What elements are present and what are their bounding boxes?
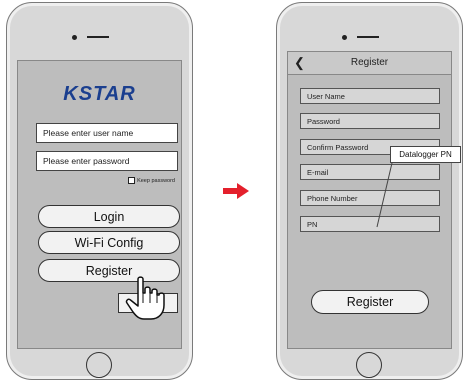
callout-pointer [376, 162, 393, 228]
phone-login: KSTAR Please enter user name Please ente… [6, 2, 193, 380]
camera-dot [72, 35, 77, 40]
home-button[interactable] [86, 352, 112, 378]
next-arrow-icon [223, 183, 249, 199]
speaker-slot [87, 36, 109, 38]
username-input[interactable]: Please enter user name [36, 123, 178, 143]
password-input[interactable]: Please enter password [36, 151, 178, 171]
keep-password[interactable]: Keep password [128, 177, 175, 184]
keep-password-checkbox[interactable] [128, 177, 136, 184]
keep-password-label: Keep password [137, 177, 175, 184]
datalogger-pn-callout: Datalogger PN [390, 146, 461, 163]
home-button[interactable] [356, 352, 382, 378]
phone-register: ❮ Register User Name Password Confirm Pa… [276, 2, 463, 380]
wifi-config-button[interactable]: Wi-Fi Config [38, 231, 180, 254]
kstar-logo: KSTAR [63, 83, 136, 105]
pointing-hand-icon [125, 276, 165, 320]
login-button[interactable]: Login [38, 205, 180, 228]
